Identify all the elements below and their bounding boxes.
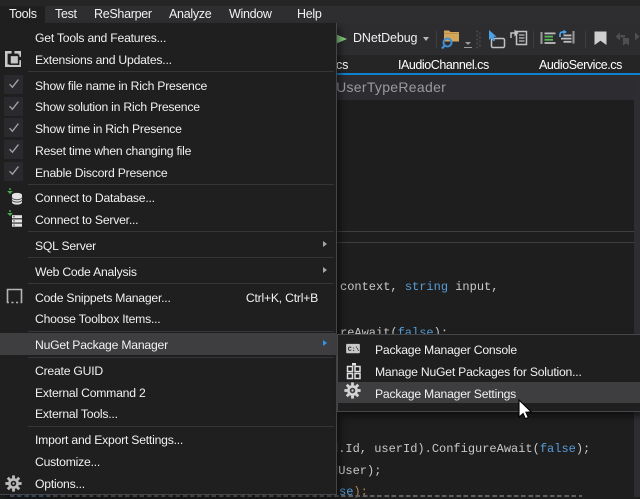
svg-text:C:\: C:\ (348, 346, 360, 353)
